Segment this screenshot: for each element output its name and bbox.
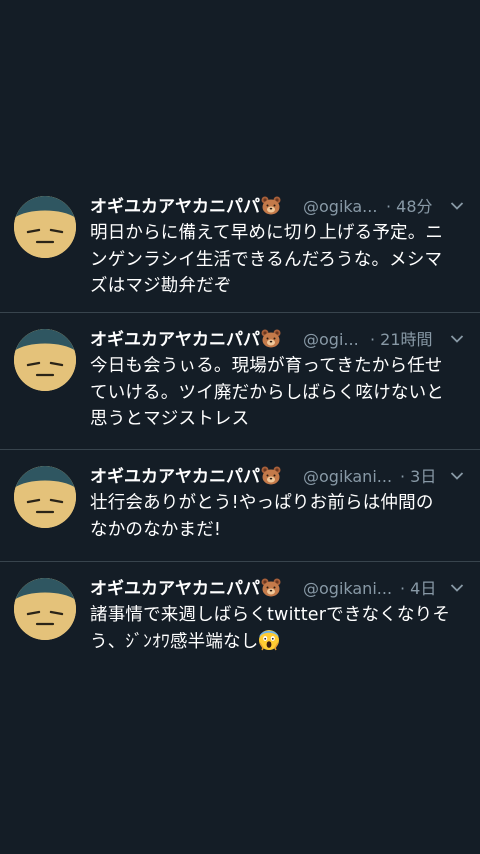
tweet-text: 明日からに備えて早めに切り上げる予定。ニ ンゲンラシイ生活できるんだろうな。メシ… (90, 223, 444, 296)
tweet-text: 今日も会うぃる。現場が育ってきたから任せ ていける。ツイ廃だからしばらく呟けない… (90, 356, 444, 429)
bear-face-icon (261, 329, 281, 348)
timestamp[interactable]: · 4日 (400, 576, 436, 602)
avatar[interactable] (14, 196, 76, 258)
tweet-header: オギユカアヤカニパパ @ogikani... · 3日 (90, 464, 472, 490)
face-screaming-icon (259, 629, 280, 650)
chevron-down-icon[interactable] (450, 583, 464, 593)
handle[interactable]: @ogikani... (303, 576, 397, 602)
bear-face-icon (261, 578, 281, 597)
bear-face-icon (261, 196, 281, 215)
tweet-item[interactable]: オギユカアヤカニパパ @ogikani... · 4日 諸事情で来週しばらくtw… (0, 562, 480, 672)
tweet-header: オギユカアヤカニパパ @ogika... · 48分 (90, 194, 472, 220)
display-name[interactable]: オギユカアヤカニパパ (90, 464, 281, 490)
display-name[interactable]: オギユカアヤカニパパ (90, 194, 281, 220)
avatar[interactable] (14, 329, 76, 391)
tweet-text: 諸事情で来週しばらくtwitterできなくなりそ う、ｼﾞﾝｵﾜ感半端なし (90, 605, 451, 652)
handle[interactable]: @ogika... (303, 194, 379, 220)
timestamp[interactable]: · 21時間 (370, 327, 433, 353)
chevron-down-icon[interactable] (450, 334, 464, 344)
tweet-header: オギユカアヤカニパパ @ogikani... · 4日 (90, 576, 472, 602)
display-name[interactable]: オギユカアヤカニパパ (90, 576, 281, 602)
tweet-item[interactable]: オギユカアヤカニパパ @ogikani... · 3日 壮行会ありがとう!やっぱ… (0, 450, 480, 562)
tweet-item[interactable]: オギユカアヤカニパパ @ogika... · 48分 明日からに備えて早めに切り… (0, 180, 480, 313)
timestamp[interactable]: · 3日 (400, 464, 436, 490)
chevron-down-icon[interactable] (450, 471, 464, 481)
avatar[interactable] (14, 578, 76, 640)
display-name[interactable]: オギユカアヤカニパパ (90, 327, 281, 353)
avatar[interactable] (14, 466, 76, 528)
tweet-header: オギユカアヤカニパパ @ogi... · 21時間 (90, 327, 472, 353)
tweet-text: 壮行会ありがとう!やっぱりお前らは仲間の なかのなかまだ! (90, 493, 434, 540)
handle[interactable]: @ogi... (303, 327, 367, 353)
bear-face-icon (261, 466, 281, 485)
timestamp[interactable]: · 48分 (386, 194, 433, 220)
chevron-down-icon[interactable] (450, 201, 464, 211)
tweet-item[interactable]: オギユカアヤカニパパ @ogi... · 21時間 今日も会うぃる。現場が育って… (0, 313, 480, 450)
timeline: オギユカアヤカニパパ @ogika... · 48分 明日からに備えて早めに切り… (0, 180, 480, 672)
handle[interactable]: @ogikani... (303, 464, 397, 490)
